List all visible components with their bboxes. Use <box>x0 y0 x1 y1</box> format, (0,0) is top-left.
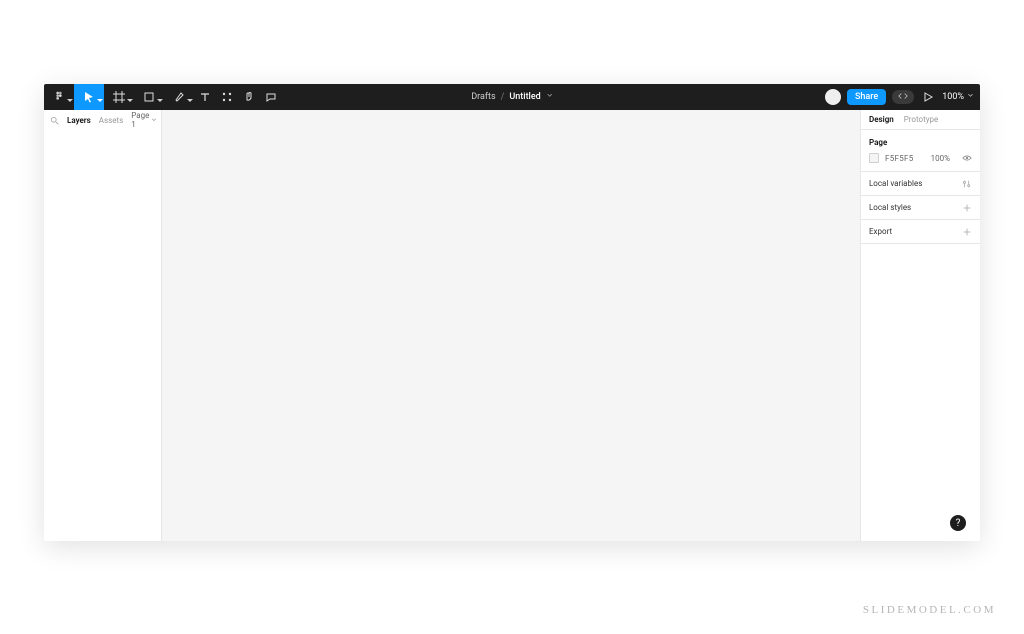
cursor-icon <box>83 91 95 103</box>
hand-icon <box>243 91 255 103</box>
main-menu-button[interactable] <box>44 84 74 110</box>
help-text: ? <box>956 518 961 529</box>
workarea: Layers Assets Page 1 Design Prototype Pa… <box>44 110 980 541</box>
chevron-down-icon <box>157 99 163 102</box>
share-button[interactable]: Share <box>847 89 886 105</box>
watermark: SLIDEMODEL.COM <box>863 604 996 616</box>
chevron-down-icon <box>97 99 103 102</box>
assets-tab[interactable]: Assets <box>99 116 123 125</box>
plus-icon <box>962 203 972 213</box>
page-color-swatch[interactable] <box>869 153 879 163</box>
pen-tool-button[interactable] <box>164 84 194 110</box>
layer-search-button[interactable] <box>50 116 59 125</box>
toolbar-right: Share 100% <box>825 84 974 110</box>
chevron-down-icon <box>127 99 133 102</box>
zoom-dropdown[interactable]: 100% <box>942 92 974 102</box>
text-tool-button[interactable] <box>194 84 216 110</box>
right-panel: Design Prototype Page F5F5F5 100% <box>860 110 980 541</box>
export-row[interactable]: Export <box>861 220 980 244</box>
design-tab[interactable]: Design <box>869 115 894 124</box>
sliders-icon <box>962 179 972 189</box>
right-panel-tabs: Design Prototype <box>861 110 980 130</box>
resources-icon <box>221 91 233 103</box>
toolbar-left <box>44 84 282 110</box>
add-export-button[interactable] <box>962 227 972 237</box>
canvas[interactable] <box>162 110 860 541</box>
app-window: Drafts / Untitled Share 100% <box>44 84 980 541</box>
shape-tool-button[interactable] <box>134 84 164 110</box>
page-section: Page F5F5F5 100% <box>861 130 980 172</box>
user-avatar[interactable] <box>825 89 841 105</box>
page-section-title: Page <box>869 138 972 147</box>
left-panel: Layers Assets Page 1 <box>44 110 162 541</box>
prototype-tab[interactable]: Prototype <box>904 115 938 124</box>
move-tool-button[interactable] <box>74 84 104 110</box>
present-button[interactable] <box>920 84 936 110</box>
page-background-row[interactable]: F5F5F5 100% <box>869 153 972 163</box>
comment-tool-button[interactable] <box>260 84 282 110</box>
eye-icon <box>956 153 972 163</box>
add-style-button[interactable] <box>962 203 972 213</box>
page-color-opacity: 100% <box>931 154 950 163</box>
breadcrumb-title: Untitled <box>509 92 540 102</box>
frame-icon <box>113 91 125 103</box>
page-color-hex: F5F5F5 <box>885 154 914 163</box>
chevron-down-icon <box>967 92 974 102</box>
resources-tool-button[interactable] <box>216 84 238 110</box>
zoom-value: 100% <box>942 92 964 102</box>
frame-tool-button[interactable] <box>104 84 134 110</box>
comment-icon <box>265 91 277 103</box>
local-variables-label: Local variables <box>869 179 922 188</box>
breadcrumb-parent: Drafts <box>471 92 495 102</box>
layers-tab[interactable]: Layers <box>67 116 91 125</box>
page-label: Page 1 <box>131 111 149 129</box>
breadcrumb-separator: / <box>501 92 505 102</box>
local-styles-label: Local styles <box>869 203 911 212</box>
chevron-down-icon <box>151 116 157 125</box>
help-button[interactable]: ? <box>950 515 966 531</box>
export-label: Export <box>869 227 892 236</box>
chevron-down-icon <box>546 92 553 102</box>
text-icon <box>199 91 211 103</box>
page-selector[interactable]: Page 1 <box>131 111 157 129</box>
hand-tool-button[interactable] <box>238 84 260 110</box>
pen-icon <box>173 91 185 103</box>
plus-icon <box>962 227 972 237</box>
search-icon <box>50 116 59 125</box>
top-toolbar: Drafts / Untitled Share 100% <box>44 84 980 110</box>
rectangle-icon <box>143 91 155 103</box>
local-styles-row[interactable]: Local styles <box>861 196 980 220</box>
visibility-toggle[interactable] <box>956 153 972 163</box>
figma-logo-icon <box>53 91 65 103</box>
local-variables-row[interactable]: Local variables <box>861 172 980 196</box>
variables-settings-button[interactable] <box>962 179 972 189</box>
dev-mode-toggle[interactable] <box>892 90 914 104</box>
left-panel-tabs: Layers Assets Page 1 <box>44 110 161 130</box>
chevron-down-icon <box>187 99 193 102</box>
chevron-down-icon <box>67 99 73 102</box>
code-icon <box>898 92 908 103</box>
play-icon <box>922 91 934 103</box>
breadcrumb[interactable]: Drafts / Untitled <box>471 92 553 102</box>
